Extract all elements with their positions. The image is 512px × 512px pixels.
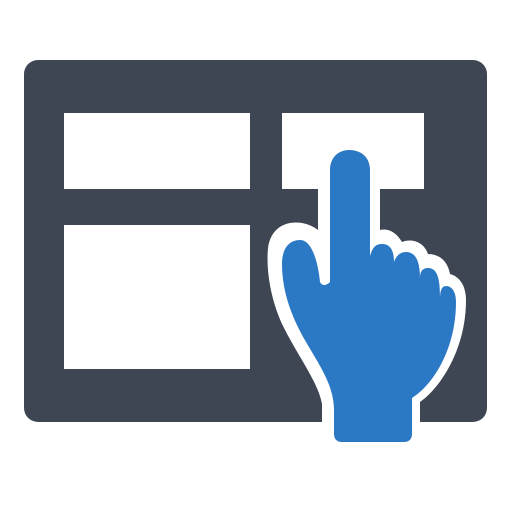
layout-tile-top-left — [64, 113, 250, 189]
icon-canvas — [0, 0, 512, 512]
layout-tile-bottom-left — [64, 225, 250, 369]
layout-touch-icon — [24, 60, 487, 452]
